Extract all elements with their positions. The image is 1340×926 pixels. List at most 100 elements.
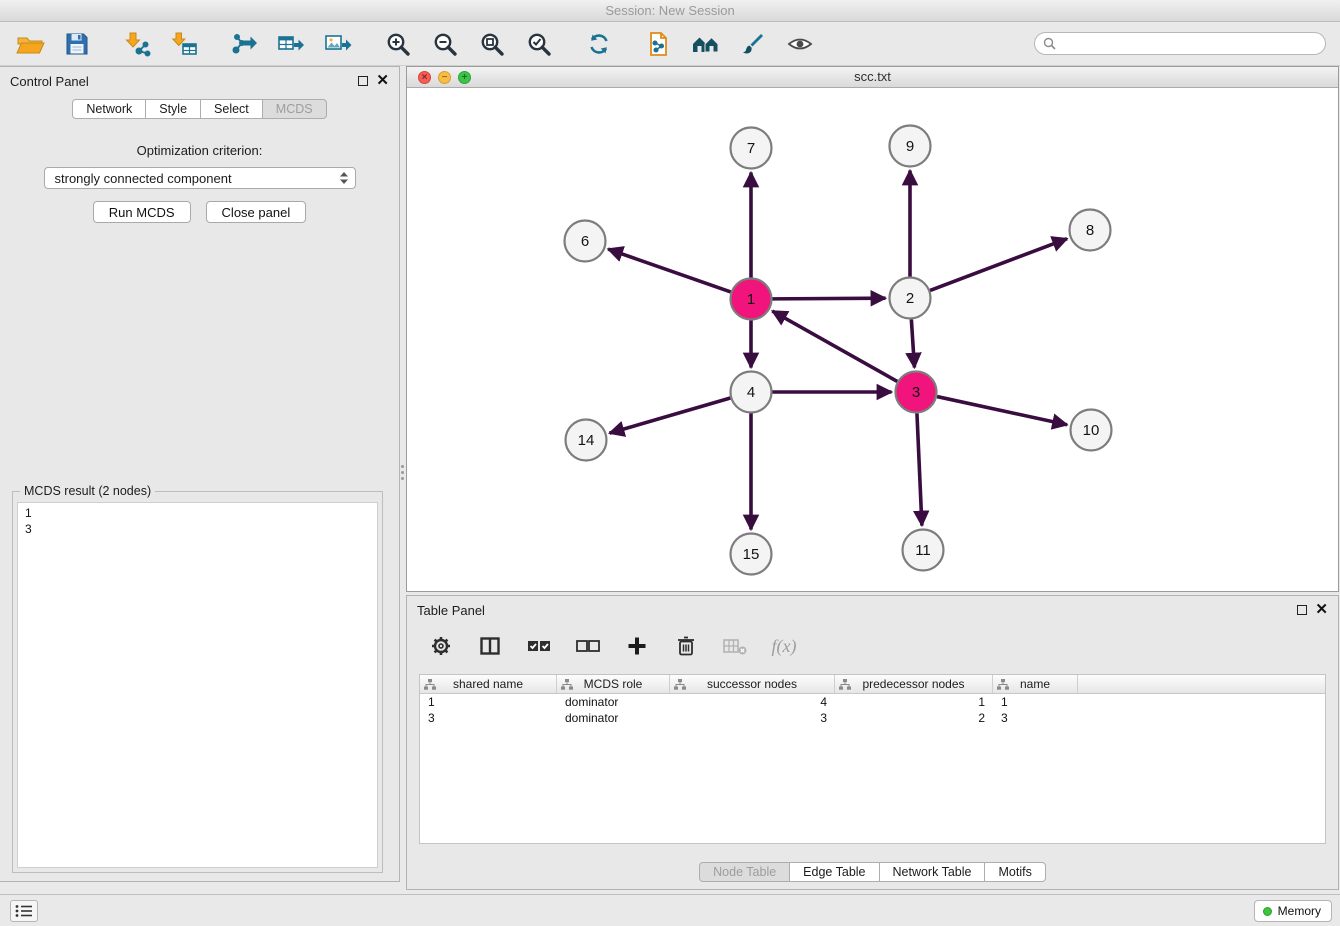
close-window-icon[interactable]: × [418,71,431,84]
table-cell[interactable]: 1 [835,695,993,709]
table-row[interactable]: 3dominator323 [420,710,1325,726]
export-table-button[interactable] [275,28,307,60]
search-box[interactable] [1034,32,1326,55]
table-cell[interactable]: 3 [993,711,1078,725]
tab-motifs[interactable]: Motifs [985,862,1045,882]
graph-node-label: 8 [1086,222,1094,239]
export-group [228,28,354,60]
tab-network-table[interactable]: Network Table [880,862,986,882]
graph-edge-3-11[interactable] [917,413,922,525]
zoom-selected-icon [526,31,552,57]
clone-network-icon [646,31,672,57]
search-input[interactable] [1061,37,1317,51]
table-row[interactable]: 1dominator411 [420,694,1325,710]
graph-edge-2-3[interactable] [911,319,914,367]
close-panel-icon[interactable]: ✕ [376,76,389,86]
table-toolbar: f(x) [407,624,1338,664]
run-mcds-button[interactable]: Run MCDS [93,201,191,223]
optimization-select[interactable]: strongly connected component [44,167,356,189]
graph-edge-4-14[interactable] [610,398,731,433]
table-cell[interactable]: dominator [557,695,670,709]
export-table-icon [277,31,305,57]
menu-list-icon [15,904,33,918]
graph-edge-1-2[interactable] [772,298,885,299]
export-image-icon [324,31,352,57]
network-graph-svg[interactable]: 7968124314101511 [407,88,1338,592]
network-canvas[interactable]: 7968124314101511 [407,88,1338,591]
zoom-fit-button[interactable] [476,28,508,60]
apply-style-button[interactable] [737,28,769,60]
mcds-result-title: MCDS result (2 nodes) [20,484,155,498]
tab-network[interactable]: Network [72,99,146,119]
table-cell[interactable]: 1 [993,695,1078,709]
window-controls: × − + [418,71,471,84]
close-panel-button[interactable]: Close panel [206,201,307,223]
clone-network-button[interactable] [643,28,675,60]
show-hide-button[interactable] [784,28,816,60]
group-nodes-button[interactable] [690,28,722,60]
function-builder-button[interactable]: f(x) [768,630,800,662]
graph-node-label: 11 [915,542,931,559]
task-history-button[interactable] [10,900,38,922]
tab-mcds[interactable]: MCDS [263,99,327,119]
save-session-button[interactable] [61,28,93,60]
result-line: 3 [25,521,370,537]
control-panel-header: Control Panel ✕ [0,67,399,95]
network-window-titlebar[interactable]: × − + scc.txt [407,67,1338,88]
zoom-selected-button[interactable] [523,28,555,60]
float-table-panel-icon[interactable] [1297,605,1307,615]
import-network-button[interactable] [121,28,153,60]
minimize-window-icon[interactable]: − [438,71,451,84]
graph-edge-3-1[interactable] [772,311,897,381]
delete-column-button[interactable] [719,630,751,662]
tab-style[interactable]: Style [146,99,201,119]
zoom-in-button[interactable] [382,28,414,60]
float-panel-icon[interactable] [358,76,368,86]
optimization-select-value: strongly connected component [55,171,232,186]
memory-label: Memory [1278,904,1321,918]
table-cell[interactable]: 1 [420,695,557,709]
window-title: Session: New Session [605,3,734,18]
column-header-successor-nodes[interactable]: successor nodes [670,675,835,693]
panel-splitter[interactable] [400,458,405,486]
table-header: shared nameMCDS rolesuccessor nodesprede… [420,675,1325,694]
table-cell[interactable]: 3 [670,711,835,725]
table-cell[interactable]: dominator [557,711,670,725]
graph-edge-1-6[interactable] [608,249,731,292]
import-table-button[interactable] [168,28,200,60]
window-titlebar[interactable]: Session: New Session [0,0,1340,22]
column-header-mcds-role[interactable]: MCDS role [557,675,670,693]
graph-edge-2-8[interactable] [930,239,1067,291]
export-network-button[interactable] [228,28,260,60]
column-header-predecessor-nodes[interactable]: predecessor nodes [835,675,993,693]
select-all-button[interactable] [523,630,555,662]
maximize-window-icon[interactable]: + [458,71,471,84]
close-table-panel-icon[interactable]: ✕ [1315,605,1328,615]
tab-select[interactable]: Select [201,99,263,119]
export-network-icon [230,31,258,57]
delete-button[interactable] [670,630,702,662]
add-column-button[interactable] [621,630,653,662]
table-cell[interactable]: 4 [670,695,835,709]
table-cell[interactable]: 3 [420,711,557,725]
graph-node-label: 2 [906,290,914,307]
memory-button[interactable]: Memory [1254,900,1332,922]
table-settings-button[interactable] [425,630,457,662]
column-header-name[interactable]: name [993,675,1078,693]
apply-layout-button[interactable] [583,28,615,60]
show-columns-button[interactable] [474,630,506,662]
save-icon [64,31,90,57]
file-group [14,28,93,60]
zoom-out-button[interactable] [429,28,461,60]
network-window: × − + scc.txt 7968124314101511 [406,66,1339,592]
tab-node-table[interactable]: Node Table [699,862,790,882]
mcds-result-list[interactable]: 13 [17,502,378,868]
export-image-button[interactable] [322,28,354,60]
graph-edge-3-10[interactable] [937,397,1067,425]
open-session-button[interactable] [14,28,46,60]
column-header-shared-name[interactable]: shared name [420,675,557,693]
table-cell[interactable]: 2 [835,711,993,725]
open-folder-icon [15,31,45,57]
tab-edge-table[interactable]: Edge Table [790,862,879,882]
deselect-all-button[interactable] [572,630,604,662]
